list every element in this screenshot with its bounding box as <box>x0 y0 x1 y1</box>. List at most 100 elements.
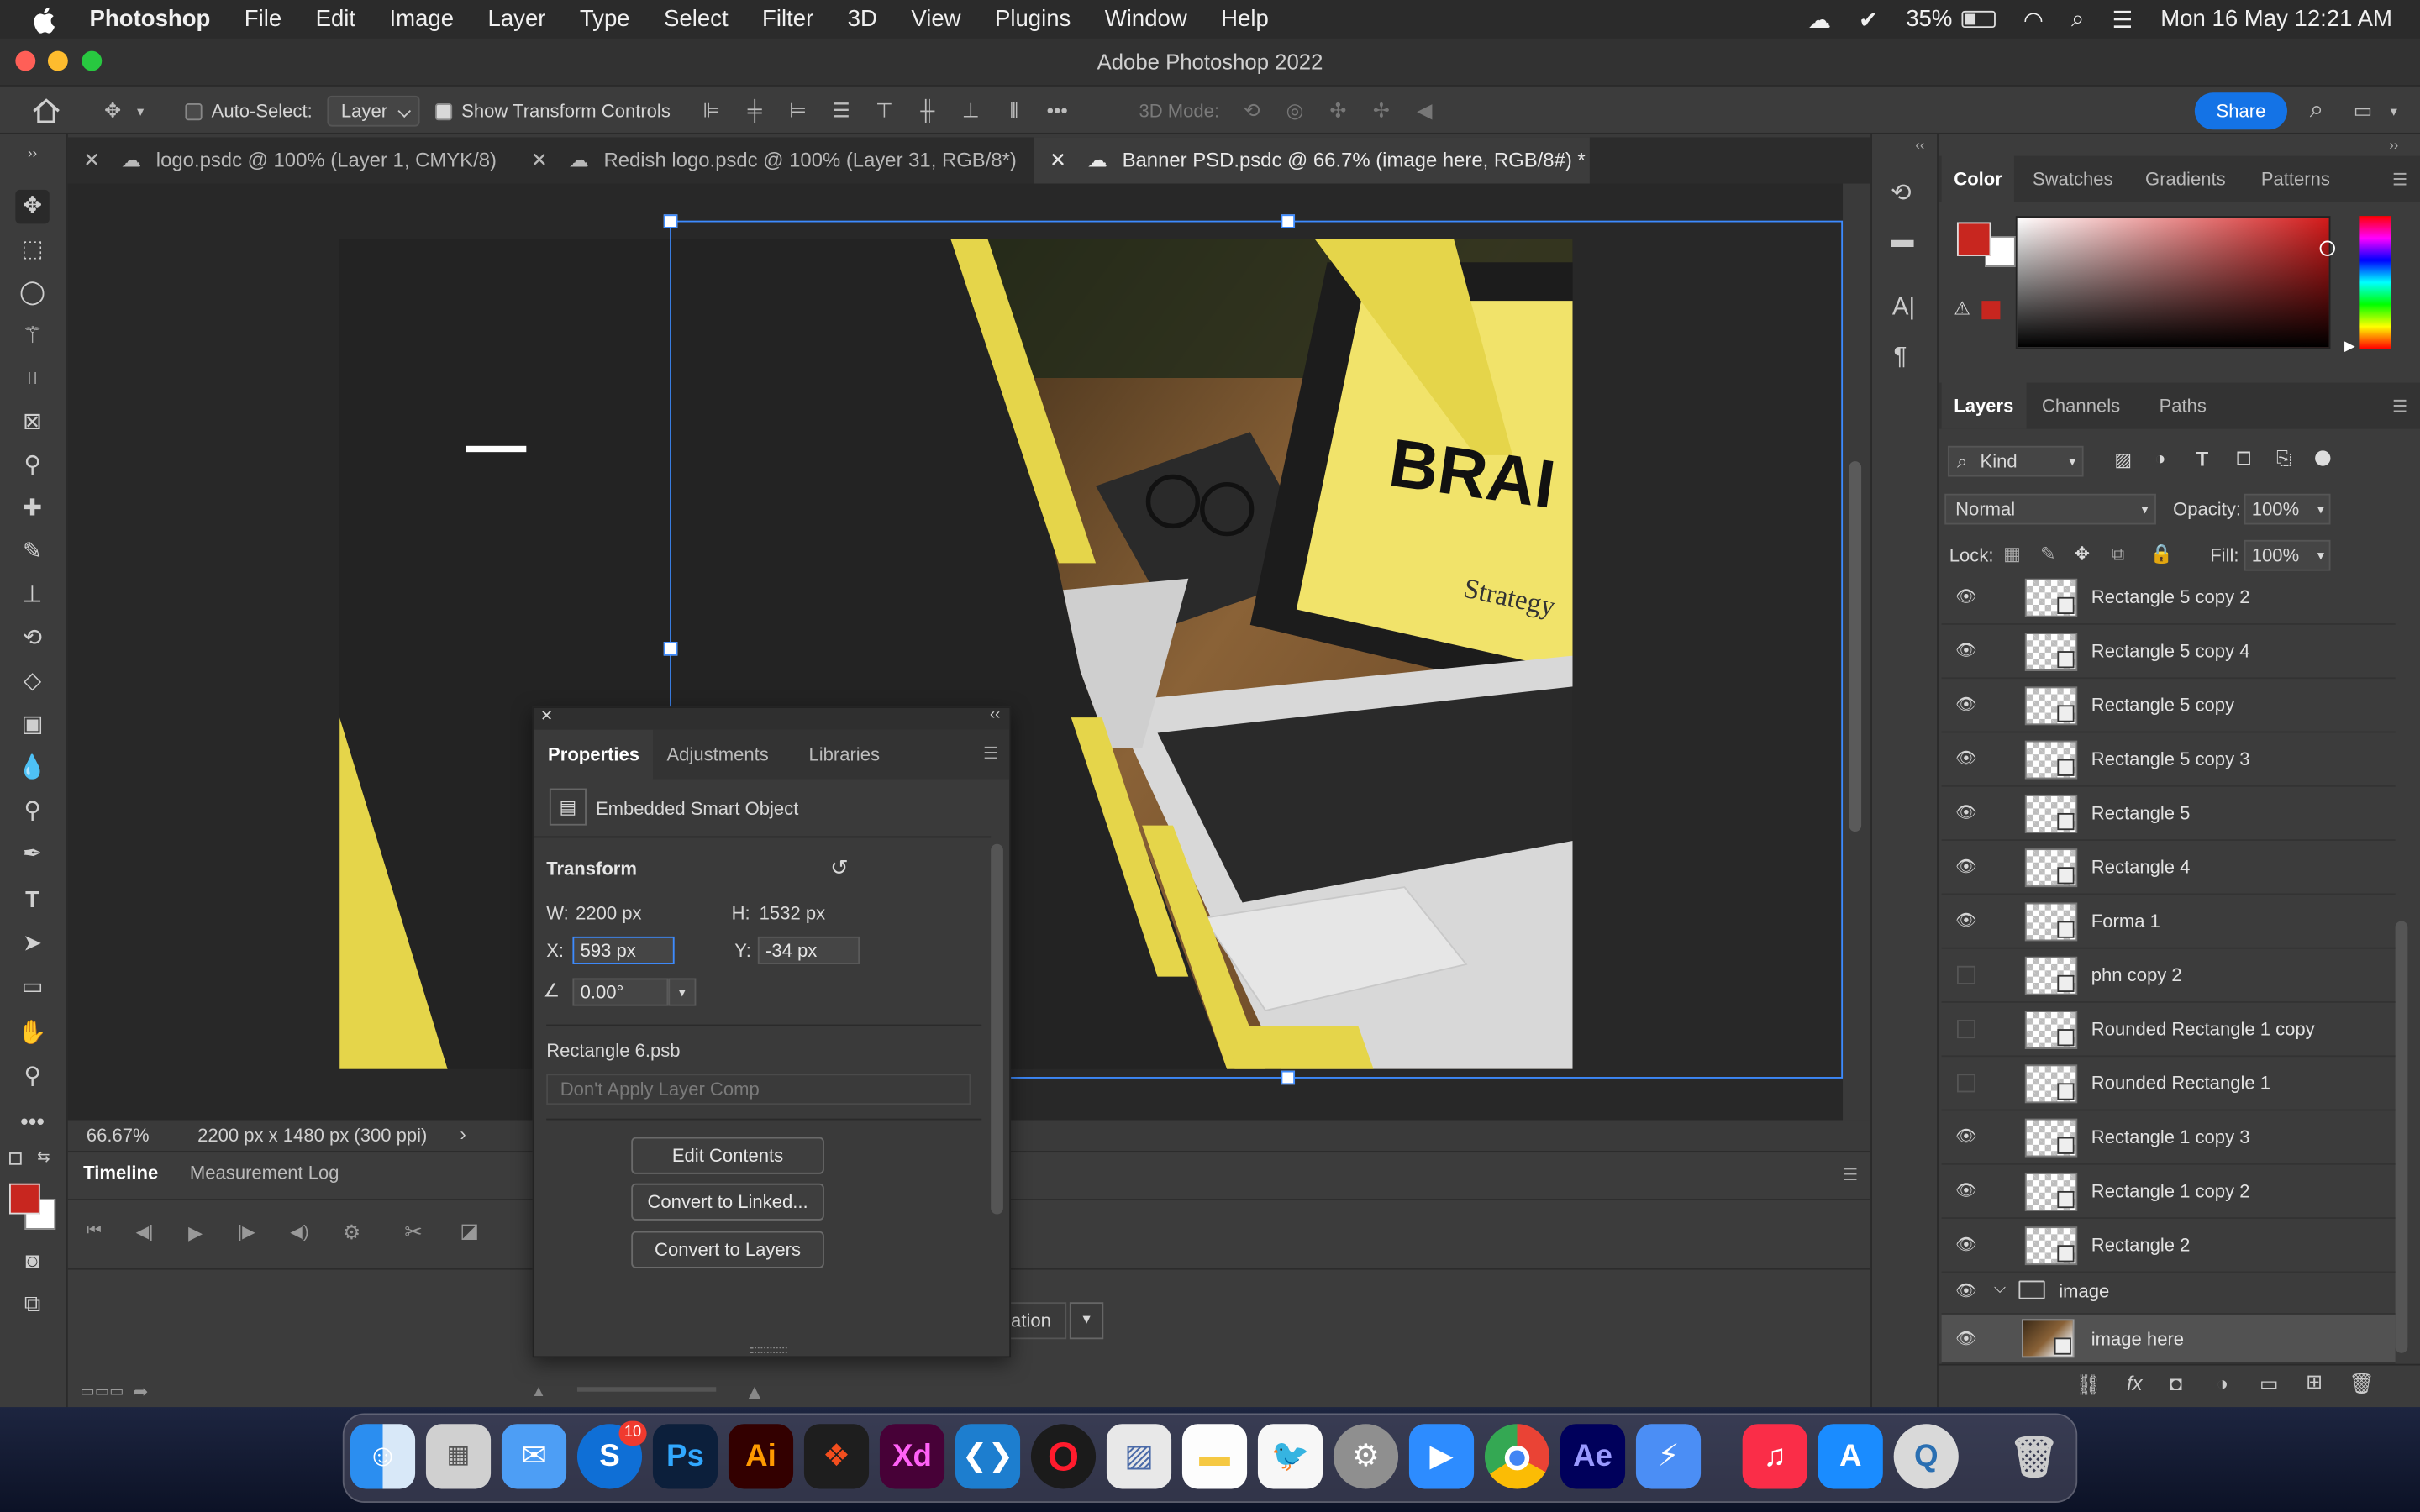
gamut-color-swatch[interactable] <box>1981 301 2001 320</box>
foreground-color-swatch[interactable] <box>9 1183 40 1215</box>
distribute-h-icon[interactable]: ☰ <box>827 97 855 125</box>
layer-row[interactable]: phn copy 2 <box>1941 949 2396 1003</box>
dock-system-preferences[interactable]: ⚙ <box>1333 1424 1399 1489</box>
menu-image[interactable]: Image <box>390 6 455 32</box>
transform-handle[interactable] <box>663 214 678 228</box>
close-window-button[interactable] <box>15 50 36 71</box>
chevron-down-icon[interactable]: ▾ <box>668 978 697 1006</box>
chevron-down-icon[interactable]: ▾ <box>2380 97 2407 125</box>
pixel-filter-icon[interactable]: ▨ <box>2114 449 2132 470</box>
edit-toolbar-icon[interactable]: ••• <box>15 1106 49 1140</box>
workspace-icon[interactable]: ▭ <box>2349 97 2377 125</box>
align-top-icon[interactable]: ⊤ <box>871 97 898 125</box>
convert-icon[interactable]: ➦ <box>133 1381 148 1403</box>
menu-edit[interactable]: Edit <box>316 6 355 32</box>
menu-window[interactable]: Window <box>1105 6 1187 32</box>
comments-icon[interactable]: ▬ <box>1891 227 1914 253</box>
doc-tab-banner[interactable]: ✕ ☁ Banner PSD.psdc @ 66.7% (image here,… <box>1034 137 1590 184</box>
transform-handle[interactable] <box>663 642 678 656</box>
collapse-panel-icon[interactable]: ‹‹ <box>990 706 1000 723</box>
align-center-h-icon[interactable]: ╪ <box>741 97 769 125</box>
prev-frame-icon[interactable]: ◀| <box>136 1222 154 1242</box>
stamp-tool-icon[interactable]: ⊥ <box>15 579 49 612</box>
share-button[interactable]: Share <box>2194 92 2288 130</box>
warning-icon[interactable]: ⚠ <box>1954 297 1970 319</box>
eye-icon[interactable]: 👁 <box>1955 804 1977 822</box>
orbit-3d-icon[interactable]: ⟲ <box>1238 97 1265 125</box>
wifi-icon[interactable]: ◠ <box>2023 5 2044 33</box>
hue-slider[interactable] <box>2360 216 2391 349</box>
default-colors-icon[interactable] <box>9 1152 22 1165</box>
lock-all-icon[interactable]: 🔒 <box>2150 543 2173 565</box>
menu-view[interactable]: View <box>911 6 960 32</box>
lock-pixels-icon[interactable]: ✎ <box>2040 543 2055 565</box>
fx-icon[interactable]: fx <box>2127 1372 2143 1395</box>
menu-select[interactable]: Select <box>664 6 729 32</box>
properties-scrollbar[interactable] <box>991 843 1003 1215</box>
color-picker-cursor[interactable] <box>2319 240 2335 256</box>
lock-transparent-icon[interactable]: ▦ <box>2003 543 2021 565</box>
checkmark-icon[interactable]: ✔ <box>1859 5 1878 33</box>
doc-tab-redish-logo[interactable]: ✕ ☁ Redish logo.psdc @ 100% (Layer 31, R… <box>515 137 1037 183</box>
layer-row[interactable]: 👁 Rectangle 5 copy 3 <box>1941 732 2396 787</box>
dock-after-effects[interactable]: Ae <box>1560 1424 1626 1489</box>
panel-menu-icon[interactable]: ☰ <box>2392 170 2407 190</box>
layer-row[interactable]: 👁 Rectangle 1 copy 3 <box>1941 1110 2396 1165</box>
vertical-scrollbar[interactable] <box>1843 183 1871 1121</box>
eye-icon[interactable]: 👁 <box>1955 912 1977 931</box>
align-bottom-icon[interactable]: ⊥ <box>957 97 985 125</box>
align-middle-v-icon[interactable]: ╫ <box>913 97 941 125</box>
lasso-tool-icon[interactable]: ◯ <box>15 276 49 310</box>
control-center-icon[interactable]: ☰ <box>2112 5 2133 33</box>
dock-illustrator[interactable]: Ai <box>728 1424 794 1489</box>
healing-tool-icon[interactable]: ✚ <box>15 492 49 526</box>
layer-row[interactable]: 👁 Rectangle 5 copy 4 <box>1941 625 2396 680</box>
eyedropper-tool-icon[interactable]: ⚲ <box>15 449 49 482</box>
foreground-color-swatch[interactable] <box>1956 222 1991 256</box>
height-value[interactable]: 1532 px <box>760 902 825 924</box>
hand-tool-icon[interactable]: ✋ <box>15 1016 49 1050</box>
layer-row[interactable]: 👁 Rectangle 4 <box>1941 841 2396 895</box>
adjustment-filter-icon[interactable]: ◑ <box>2154 448 2165 470</box>
search-icon[interactable]: ⌕ <box>2302 97 2330 125</box>
opacity-input[interactable]: 100% ▾ <box>2244 493 2331 525</box>
layer-row[interactable]: 👁 Rectangle 5 <box>1941 787 2396 842</box>
visibility-toggle[interactable] <box>1956 1020 1976 1039</box>
transform-handle[interactable] <box>1281 214 1296 228</box>
apple-icon[interactable] <box>31 5 55 33</box>
marquee-tool-icon[interactable]: ⬚ <box>15 233 49 266</box>
hue-slider-marker[interactable]: ▶ <box>2344 338 2355 354</box>
menu-3d[interactable]: 3D <box>848 6 877 32</box>
lock-artboard-icon[interactable]: ⧉ <box>2112 543 2125 567</box>
eye-icon[interactable]: 👁 <box>1955 696 1977 714</box>
tab-measurement-log[interactable]: Measurement Log <box>190 1162 339 1184</box>
spotlight-icon[interactable]: ⌕ <box>2071 6 2084 32</box>
tab-libraries[interactable]: Libraries <box>808 730 880 780</box>
layer-mask-icon[interactable]: ◘ <box>2170 1372 2181 1395</box>
tab-color[interactable]: Color <box>1941 155 2015 202</box>
new-layer-icon[interactable]: ⊞ <box>2306 1370 2323 1394</box>
scissors-icon[interactable]: ✂ <box>404 1219 423 1245</box>
slide-3d-icon[interactable]: ✢ <box>1367 97 1395 125</box>
brush-tool-icon[interactable]: ✎ <box>15 535 49 569</box>
adjustment-layer-icon[interactable]: ◑ <box>2217 1372 2228 1395</box>
eraser-tool-icon[interactable]: ◇ <box>15 665 49 699</box>
move-tool-preset[interactable]: ✥ ▾ <box>99 87 155 136</box>
close-tab-icon[interactable]: ✕ <box>83 148 100 171</box>
dock-chrome[interactable] <box>1484 1424 1550 1489</box>
layer-row[interactable]: Rounded Rectangle 1 copy <box>1941 1003 2396 1058</box>
layer-filter-dropdown[interactable]: ⌕ Kind ▾ <box>1947 445 2084 477</box>
app-menu[interactable]: Photoshop <box>90 6 211 32</box>
history-icon[interactable]: ⟲ <box>1891 177 1912 208</box>
y-position-input[interactable]: -34 px <box>757 936 860 964</box>
tab-layers[interactable]: Layers <box>1941 382 2027 429</box>
eye-icon[interactable]: 👁 <box>1955 750 1977 769</box>
layer-row[interactable]: 👁 Rectangle 2 <box>1941 1219 2396 1273</box>
zoom-tool-icon[interactable]: ⚲ <box>15 1060 49 1094</box>
show-transform-toggle[interactable]: Show Transform Controls <box>434 87 671 136</box>
tab-swatches[interactable]: Swatches <box>2033 156 2113 202</box>
close-panel-icon[interactable]: ✕ <box>540 708 553 725</box>
tab-patterns[interactable]: Patterns <box>2261 156 2330 202</box>
layer-row[interactable]: Rounded Rectangle 1 <box>1941 1057 2396 1111</box>
dock-xd[interactable]: Xd <box>879 1424 945 1489</box>
